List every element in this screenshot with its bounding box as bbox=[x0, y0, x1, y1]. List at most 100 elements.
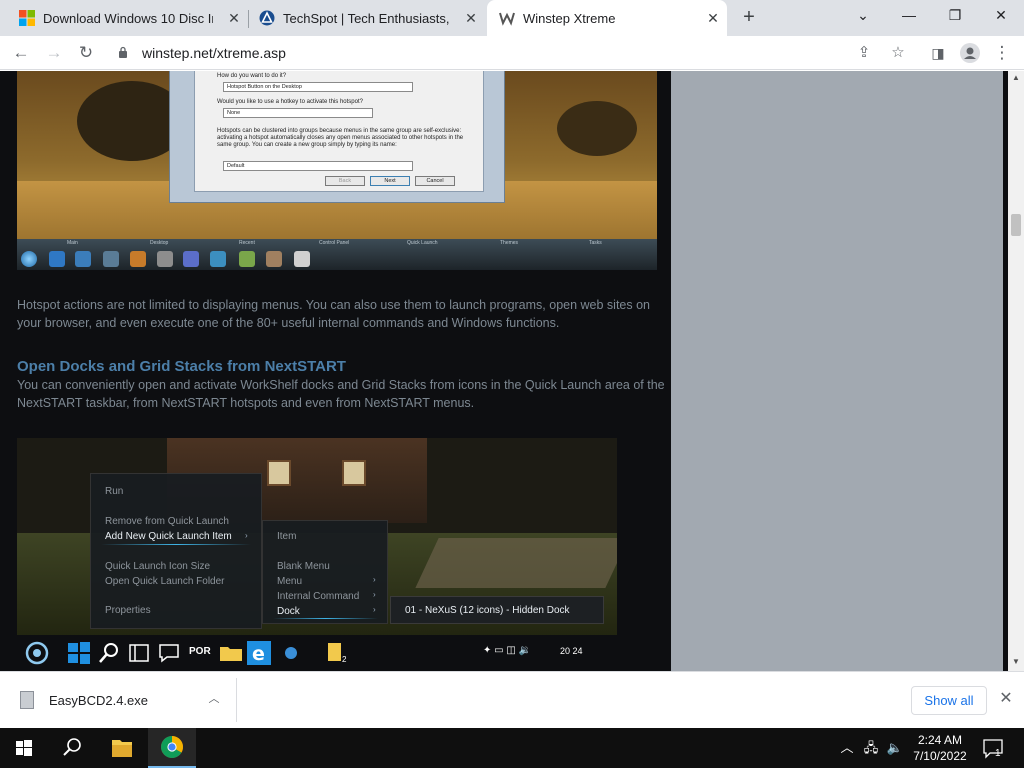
chevron-up-icon[interactable]: ︿ bbox=[838, 740, 856, 756]
bookmark-star-icon[interactable]: ☆ bbox=[888, 43, 908, 63]
dialog-select: None bbox=[223, 108, 373, 118]
tab-search-icon[interactable]: ⌄ bbox=[840, 0, 886, 32]
microsoft-logo-icon bbox=[19, 10, 35, 26]
back-icon[interactable]: ← bbox=[8, 40, 34, 66]
windows-taskbar: ︿ 🖧 🔈 2:24 AM 7/10/2022 1 bbox=[0, 728, 1024, 768]
menu-item-properties: Properties bbox=[105, 605, 151, 616]
search-icon[interactable] bbox=[48, 728, 96, 768]
menu-item-add: Add New Quick Launch Item bbox=[105, 531, 232, 542]
download-file-name[interactable]: EasyBCD2.4.exe bbox=[49, 693, 148, 708]
close-window-button[interactable]: ✕ bbox=[978, 0, 1024, 32]
close-shelf-icon[interactable]: ✕ bbox=[997, 690, 1015, 708]
quick-launch-context-menu: Run Remove from Quick Launch Add New Qui… bbox=[90, 473, 262, 629]
restore-button[interactable]: ❐ bbox=[932, 0, 978, 32]
browser-toolbar: ← → ↻ winstep.net/xtreme.asp ⇪ ☆ ◨ ⋮ bbox=[0, 36, 1024, 70]
chat-icon bbox=[159, 644, 179, 663]
tab-title: Download Windows 10 Disc Imag bbox=[43, 10, 213, 26]
side-panel-icon[interactable]: ◨ bbox=[925, 40, 951, 66]
app-icon bbox=[266, 251, 282, 267]
paragraph-hotspot-actions: Hotspot actions are not limited to displ… bbox=[17, 298, 651, 330]
scroll-up-arrow-icon[interactable]: ▲ bbox=[1008, 71, 1024, 85]
paragraph-open-docks: You can conveniently open and activate W… bbox=[17, 378, 665, 410]
dialog-note: Hotspots can be clustered into groups be… bbox=[217, 128, 464, 148]
app-icon bbox=[75, 251, 91, 267]
chevron-up-icon[interactable]: ︿ bbox=[205, 690, 223, 708]
cabin-window bbox=[267, 460, 291, 486]
page-content: How do you want to do it? Hotspot Button… bbox=[0, 71, 1008, 671]
close-tab-icon[interactable]: ✕ bbox=[463, 10, 479, 26]
submenu-arrow-icon: › bbox=[373, 575, 376, 584]
app-icon bbox=[183, 251, 199, 267]
hotspot-dialog: How do you want to do it? Hotspot Button… bbox=[169, 71, 505, 203]
submenu-dock: Dock bbox=[277, 606, 300, 617]
volume-icon[interactable]: 🔈 bbox=[886, 740, 904, 756]
app-icon bbox=[294, 251, 310, 267]
menu-kebab-icon[interactable]: ⋮ bbox=[989, 40, 1015, 66]
tab-title: TechSpot | Tech Enthusiasts, Pow bbox=[283, 10, 453, 26]
scrollbar-thumb[interactable] bbox=[1011, 214, 1021, 236]
dialog-label: How do you want to do it? bbox=[217, 73, 287, 79]
close-tab-icon[interactable]: ✕ bbox=[705, 10, 721, 26]
tray-icons: ✦ ▭ ◫ 🔉 bbox=[483, 645, 532, 656]
submenu-arrow-icon: › bbox=[373, 605, 376, 614]
tab-strip: Download Windows 10 Disc Imag ✕ TechSpot… bbox=[0, 0, 1024, 36]
nextstart-label: Main bbox=[67, 240, 78, 246]
menu-item-size: Quick Launch Icon Size bbox=[105, 561, 211, 572]
chrome-taskbar-button[interactable] bbox=[148, 728, 196, 768]
show-all-button[interactable]: Show all bbox=[911, 686, 987, 715]
submenu-internal-command: Internal Command bbox=[277, 591, 360, 602]
windows-logo-icon bbox=[68, 642, 90, 664]
winstep-orb-icon bbox=[25, 641, 49, 665]
nextstart-label: Recent bbox=[239, 240, 255, 246]
nextstart-taskbar: Main Desktop Recent Control Panel Quick … bbox=[17, 239, 657, 270]
page-scrollbar[interactable]: ▲ ▼ bbox=[1008, 71, 1024, 671]
chrome-icon bbox=[161, 736, 183, 758]
tab-windows-download[interactable]: Download Windows 10 Disc Imag ✕ bbox=[0, 0, 248, 36]
start-orb-icon bbox=[21, 251, 37, 267]
notification-icon[interactable]: 1 bbox=[982, 737, 1004, 759]
task-view-icon bbox=[129, 644, 149, 662]
dialog-label: Would you like to use a hotkey to activa… bbox=[217, 99, 363, 105]
tab-winstep[interactable]: Winstep Xtreme ✕ bbox=[487, 0, 727, 36]
app-icon bbox=[210, 251, 226, 267]
file-explorer-icon[interactable] bbox=[98, 728, 146, 768]
menu-item-run: Run bbox=[105, 486, 124, 497]
clock[interactable]: 2:24 AM 7/10/2022 bbox=[908, 732, 972, 764]
cabin-window bbox=[342, 460, 366, 486]
reload-icon[interactable]: ↻ bbox=[73, 40, 99, 66]
dialog-select: Default bbox=[223, 161, 413, 171]
svg-text:e: e bbox=[252, 643, 265, 665]
minimize-button[interactable]: — bbox=[886, 0, 932, 32]
windows-start-icon[interactable] bbox=[0, 728, 48, 768]
submenu-blank-menu: Blank Menu bbox=[277, 561, 330, 572]
tab-techspot[interactable]: TechSpot | Tech Enthusiasts, Pow ✕ bbox=[249, 0, 485, 36]
new-item-submenu: Item Blank Menu Menu › Internal Command … bbox=[262, 520, 388, 624]
forward-icon[interactable]: → bbox=[41, 40, 67, 66]
network-icon[interactable]: 🖧 bbox=[862, 740, 880, 756]
notification-count: 1 bbox=[995, 748, 1001, 759]
nextstart-label: Control Panel bbox=[319, 240, 350, 246]
nextstart-label: Themes bbox=[500, 240, 519, 246]
url-text: winstep.net/xtreme.asp bbox=[142, 45, 286, 61]
badge-count: 2 bbox=[342, 655, 347, 664]
download-shelf: EasyBCD2.4.exe ︿ Show all ✕ bbox=[0, 671, 1024, 728]
dialog-back-button: Back bbox=[325, 176, 365, 186]
scroll-down-arrow-icon[interactable]: ▼ bbox=[1008, 655, 1024, 669]
dialog-body: How do you want to do it? Hotspot Button… bbox=[194, 71, 484, 192]
divider bbox=[236, 678, 237, 722]
share-icon[interactable]: ⇪ bbox=[854, 43, 874, 63]
path-image bbox=[415, 538, 617, 588]
screenshot-quick-launch-menu: Run Remove from Quick Launch Add New Qui… bbox=[17, 438, 617, 671]
win10-taskbar-preview: POR e 2 ✦ ▭ ◫ 🔉 20 24 bbox=[17, 635, 617, 671]
language-indicator: POR bbox=[189, 646, 211, 657]
app-icon bbox=[103, 251, 119, 267]
close-tab-icon[interactable]: ✕ bbox=[226, 10, 242, 26]
dialog-cancel-button: Cancel bbox=[415, 176, 455, 186]
clock-date: 7/10/2022 bbox=[913, 749, 967, 763]
dock-menu-item: 01 - NeXuS (12 icons) - Hidden Dock bbox=[405, 605, 570, 616]
new-tab-button[interactable]: + bbox=[738, 6, 760, 28]
address-bar[interactable]: winstep.net/xtreme.asp ⇪ ☆ bbox=[106, 39, 918, 67]
techspot-logo-icon bbox=[259, 10, 275, 26]
profile-avatar-icon[interactable] bbox=[957, 40, 983, 66]
highlight-underline bbox=[101, 544, 251, 545]
